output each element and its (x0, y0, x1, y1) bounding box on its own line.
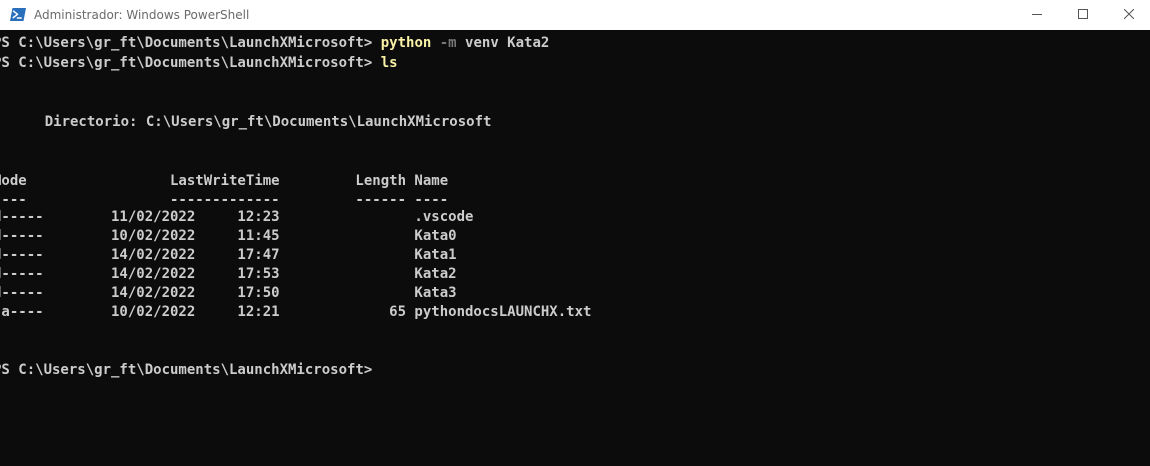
command-line: PS C:\Users\gr_ft\Documents\LaunchXMicro… (0, 54, 398, 72)
powershell-icon[interactable] (10, 8, 26, 21)
prompt: PS C:\Users\gr_ft\Documents\LaunchXMicro… (0, 55, 381, 71)
powershell-window: Administrador: Windows PowerShell PS C:\… (0, 0, 1150, 466)
window-title: Administrador: Windows PowerShell (34, 8, 250, 22)
listing-row: d----- 14/02/2022 17:47 Kata1 (0, 247, 457, 263)
current-prompt[interactable]: PS C:\Users\gr_ft\Documents\LaunchXMicro… (0, 361, 372, 379)
command-arguments: venv Kata2 (456, 35, 550, 51)
command-parameter: -m (431, 35, 457, 51)
directory-line: Directorio: C:\Users\gr_ft\Documents\Lau… (11, 114, 492, 130)
terminal-output[interactable]: PS C:\Users\gr_ft\Documents\LaunchXMicro… (0, 30, 1150, 466)
minimize-icon (1032, 6, 1042, 24)
listing-header-underline: ---- ------------- ------ ---- (0, 192, 449, 208)
listing-row: -a---- 10/02/2022 12:21 65 pythondocsLAU… (0, 304, 592, 320)
maximize-button[interactable] (1060, 0, 1106, 30)
command-line: PS C:\Users\gr_ft\Documents\LaunchXMicro… (0, 34, 549, 52)
listing-row: d----- 14/02/2022 17:50 Kata3 (0, 285, 457, 301)
listing-header: Mode LastWriteTime Length Name (0, 173, 449, 189)
command-name: ls (380, 55, 398, 71)
command-name: python (380, 35, 432, 51)
prompt: PS C:\Users\gr_ft\Documents\LaunchXMicro… (0, 35, 381, 51)
close-icon (1123, 6, 1135, 24)
listing-row: d----- 14/02/2022 17:53 Kata2 (0, 266, 457, 282)
listing-row: d----- 10/02/2022 11:45 Kata0 (0, 228, 457, 244)
title-bar[interactable]: Administrador: Windows PowerShell (0, 0, 1150, 30)
minimize-button[interactable] (1014, 0, 1060, 30)
listing-row: d----- 11/02/2022 12:23 .vscode (0, 209, 474, 225)
maximize-icon (1078, 6, 1088, 24)
close-button[interactable] (1106, 0, 1150, 30)
